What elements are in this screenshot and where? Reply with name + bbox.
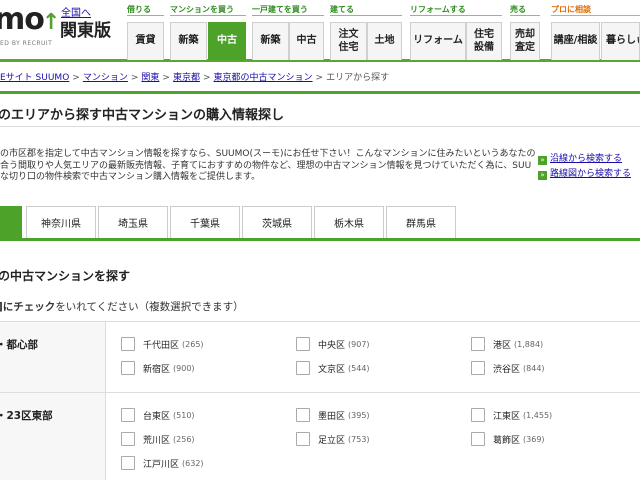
section-title: の中古マンションを探す xyxy=(0,269,131,283)
ward-panel: 千代田区 (265) 中央区 (907) 港区 (1,884) 新宿区 (900) 文京… xyxy=(105,322,640,393)
breadcrumb-link[interactable]: マンション xyxy=(83,73,128,83)
group-label-buy-mansion: マンションを買う xyxy=(170,5,234,14)
nav-custom-house-button[interactable]: 注文 住宅 xyxy=(330,22,367,60)
group-divider xyxy=(170,15,246,16)
group-divider xyxy=(510,15,540,16)
nav-mansion-used-button[interactable]: 中古 xyxy=(208,22,246,60)
tab-ibaraki[interactable]: 茨城県 xyxy=(242,206,312,238)
group-label-reform: リフォームする xyxy=(410,5,466,14)
checkbox-icon[interactable] xyxy=(471,337,485,351)
checkbox-icon[interactable] xyxy=(121,456,135,470)
arrow-right-icon: » xyxy=(538,156,547,165)
group-divider xyxy=(410,15,502,16)
logo-arrow-icon: ↑ xyxy=(41,10,60,35)
breadcrumb-link[interactable]: 東京都の中古マンション xyxy=(214,73,313,83)
nav-living-button[interactable]: 暮らしぃ xyxy=(601,22,640,60)
group-divider xyxy=(330,15,402,16)
nav-sell-assess-button[interactable]: 売却 査定 xyxy=(510,22,540,60)
tab-tokyo[interactable] xyxy=(0,206,22,238)
nav-housing-equip-button[interactable]: 住宅 設備 xyxy=(466,22,502,60)
logo-text: mo xyxy=(0,2,45,37)
arrow-right-icon: » xyxy=(538,171,547,180)
ward-checkbox[interactable]: 港区 (1,884) xyxy=(471,337,543,351)
tab-gunma[interactable]: 群馬県 xyxy=(386,206,456,238)
intro-line: 合う間取りや人気エリアの最新販売情報、子育てにおすすめの物件など、理想の中古マン… xyxy=(0,160,532,171)
logo-subtext: ED BY RECRUIT xyxy=(0,40,53,47)
checkbox-icon[interactable] xyxy=(296,432,310,446)
area-block-east23: ・23区東部 台東区 (510) 墨田区 (395) 江東区 (1,455) 荒川区(… xyxy=(0,392,640,480)
checkbox-icon[interactable] xyxy=(296,337,310,351)
nav-chintai-button[interactable]: 賃貸 xyxy=(127,22,164,60)
checkbox-icon[interactable] xyxy=(471,432,485,446)
checkbox-icon[interactable] xyxy=(296,408,310,422)
search-by-line-link[interactable]: » 沿線から検索する xyxy=(538,151,622,165)
nav-mansion-new-button[interactable]: 新築 xyxy=(170,22,207,60)
area-block-central: ・都心部 千代田区 (265) 中央区 (907) 港区 (1,884) 新宿区 (90… xyxy=(0,321,640,393)
breadcrumb-current: エリアから探す xyxy=(326,73,390,83)
group-divider xyxy=(127,15,164,16)
group-label-rent: 借りる xyxy=(127,5,151,14)
tab-tochigi[interactable]: 栃木県 xyxy=(314,206,384,238)
nav-land-button[interactable]: 土地 xyxy=(367,22,402,60)
suumo-logo[interactable]: mo↑ xyxy=(0,2,60,37)
checkbox-icon[interactable] xyxy=(121,408,135,422)
ward-checkbox[interactable]: 文京区 (544) xyxy=(296,361,370,375)
group-divider xyxy=(252,15,324,16)
search-by-route-map-link[interactable]: » 路線図から検索する xyxy=(538,166,631,180)
ward-checkbox[interactable]: 渋谷区 (844) xyxy=(471,361,545,375)
ward-checkbox[interactable]: 江戸川区 (632) xyxy=(121,456,204,470)
check-instruction: ]にチェックをいれてください（複数選択できます） xyxy=(0,301,244,313)
nav-seminar-button[interactable]: 講座/相談 xyxy=(551,22,600,60)
nav-house-used-button[interactable]: 中古 xyxy=(289,22,324,60)
group-label-sell: 売る xyxy=(510,5,526,14)
checkbox-icon[interactable] xyxy=(121,337,135,351)
ward-checkbox[interactable]: 足立区 (753) xyxy=(296,432,370,446)
nav-house-new-button[interactable]: 新築 xyxy=(252,22,289,60)
checkbox-icon[interactable] xyxy=(471,408,485,422)
tab-chiba[interactable]: 千葉県 xyxy=(170,206,240,238)
ward-checkbox[interactable]: 荒川区 (256) xyxy=(121,432,195,446)
breadcrumb-link[interactable]: 関東 xyxy=(141,73,159,83)
area-name: ・都心部 xyxy=(0,339,38,351)
ward-checkbox[interactable]: 墨田区 (395) xyxy=(296,408,370,422)
intro-line: な切り口の物件検索で中古マンション購入情報をご提供します。 xyxy=(0,172,261,182)
region-label: 関東版 xyxy=(60,21,111,41)
intro-text: の市区郡を指定して中古マンション情報を探すなら、SUUMO(スーモ)にお任せ下さ… xyxy=(0,149,536,184)
ward-checkbox[interactable]: 台東区 (510) xyxy=(121,408,195,422)
ward-checkbox[interactable]: 江東区 (1,455) xyxy=(471,408,552,422)
group-label-build: 建てる xyxy=(330,5,354,14)
group-divider xyxy=(551,15,640,16)
checkbox-icon[interactable] xyxy=(121,361,135,375)
title-bar: のエリアから探す中古マンションの購入情報探し xyxy=(0,91,640,127)
page-title: のエリアから探す中古マンションの購入情報探し xyxy=(0,108,285,123)
checkbox-icon[interactable] xyxy=(121,432,135,446)
ward-panel: 台東区 (510) 墨田区 (395) 江東区 (1,455) 荒川区 (256) 足立… xyxy=(105,393,640,480)
prefecture-tabs: 神奈川県 埼玉県 千葉県 茨城県 栃木県 群馬県 xyxy=(0,205,640,241)
breadcrumb-link[interactable]: Eサイト SUUMO xyxy=(0,73,69,83)
checkbox-icon[interactable] xyxy=(471,361,485,375)
group-label-buy-house: 一戸建てを買う xyxy=(252,5,308,14)
ward-checkbox[interactable]: 千代田区 (265) xyxy=(121,337,204,351)
tab-saitama[interactable]: 埼玉県 xyxy=(98,206,168,238)
intro-line: の市区郡を指定して中古マンション情報を探すなら、SUUMO(スーモ)にお任せ下さ… xyxy=(0,149,536,159)
ward-checkbox[interactable]: 葛飾区 (369) xyxy=(471,432,545,446)
nav-reform-button[interactable]: リフォーム xyxy=(410,22,466,60)
ward-checkbox[interactable]: 中央区 (907) xyxy=(296,337,370,351)
area-name: ・23区東部 xyxy=(0,410,53,422)
breadcrumb: Eサイト SUUMO > マンション > 関東 > 東京都 > 東京都の中古マンション > エリアか… xyxy=(0,73,390,83)
ward-checkbox[interactable]: 新宿区 (900) xyxy=(121,361,195,375)
group-label-pro: プロに相談 xyxy=(551,5,591,14)
site-header: mo↑ ED BY RECRUIT 全国へ 関東版 借りる マンションを買う 一… xyxy=(0,0,640,62)
tab-kanagawa[interactable]: 神奈川県 xyxy=(26,206,96,238)
checkbox-icon[interactable] xyxy=(296,361,310,375)
breadcrumb-link[interactable]: 東京都 xyxy=(173,73,200,83)
